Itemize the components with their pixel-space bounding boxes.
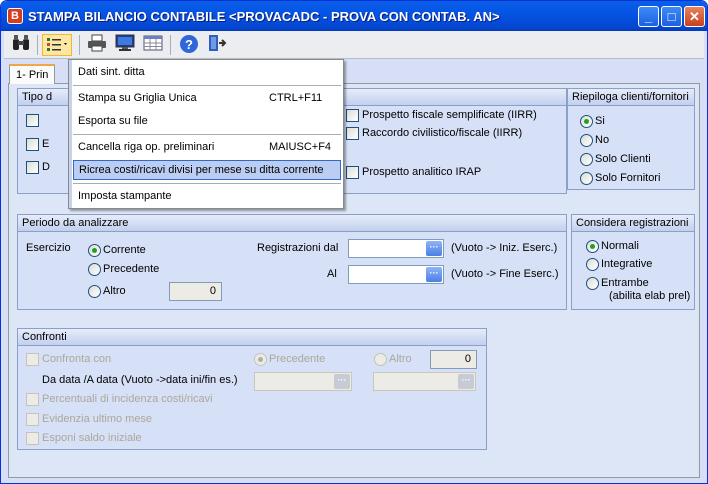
confronti-a-data-input[interactable]: ···	[373, 372, 476, 391]
esercizio-altro-radio[interactable]	[88, 285, 101, 298]
menu-item-dati-sint[interactable]: Dati sint. ditta	[73, 62, 341, 82]
toolbar: ?	[4, 31, 704, 59]
menu-item-stampa-griglia[interactable]: Stampa su Griglia Unica CTRL+F11	[73, 88, 341, 108]
window-title: STAMPA BILANCIO CONTABILE <PROVACADC - P…	[28, 9, 500, 24]
periodo-title: Periodo da analizzare	[18, 215, 566, 232]
main-window: B STAMPA BILANCIO CONTABILE <PROVACADC -…	[0, 0, 708, 484]
esercizio-precedente-label: Precedente	[103, 263, 160, 275]
confronti-a-picker-button[interactable]: ···	[458, 374, 474, 389]
riepiloga-title: Riepiloga clienti/fornitori	[568, 89, 694, 106]
registrazioni-dal-input[interactable]: ···	[348, 239, 444, 258]
grid-icon[interactable]	[142, 34, 164, 56]
confronti-precedente-label: Precedente	[269, 353, 326, 365]
tipo-label-3: D	[42, 161, 50, 173]
considera-entrambe-sub: (abilita elab prel)	[609, 290, 691, 302]
percentuali-label: Percentuali di incidenza costi/ricavi	[42, 393, 213, 405]
help-icon[interactable]: ?	[178, 34, 200, 56]
riepiloga-clienti-label: Solo Clienti	[595, 153, 651, 165]
svg-text:?: ?	[185, 37, 193, 52]
evidenzia-checkbox[interactable]	[26, 413, 39, 426]
confronti-da-picker-button[interactable]: ···	[334, 374, 350, 389]
al-label: Al	[327, 268, 337, 280]
confronti-dates-label: Da data /A data (Vuoto ->data ini/fin es…	[42, 374, 238, 386]
prospetto-fiscale-checkbox[interactable]	[346, 109, 359, 122]
periodo-group: Periodo da analizzare Esercizio Corrente…	[17, 214, 567, 310]
esercizio-corrente-radio[interactable]	[88, 244, 101, 257]
irap-checkbox[interactable]	[346, 166, 359, 179]
monitor-icon[interactable]	[114, 34, 136, 56]
binoculars-icon[interactable]	[10, 34, 32, 56]
confronti-precedente-radio[interactable]	[254, 353, 267, 366]
considera-entrambe-radio[interactable]	[586, 277, 599, 290]
esponi-checkbox[interactable]	[26, 432, 39, 445]
considera-integrative-label: Integrative	[601, 258, 653, 270]
hint-dal: (Vuoto -> Iniz. Eserc.)	[451, 242, 558, 254]
riepiloga-si-label: Si	[595, 115, 605, 127]
percentuali-checkbox[interactable]	[26, 393, 39, 406]
raccordo-label: Raccordo civilistico/fiscale (IIRR)	[362, 127, 523, 139]
considera-normali-label: Normali	[601, 240, 639, 252]
considera-entrambe-label: Entrambe	[601, 277, 649, 289]
printer-icon[interactable]	[86, 34, 108, 56]
riepiloga-group: Riepiloga clienti/fornitori Si No Solo C…	[567, 88, 695, 190]
esercizio-altro-value[interactable]: 0	[169, 282, 222, 301]
riepiloga-fornitori-radio[interactable]	[580, 172, 593, 185]
considera-group: Considera registrazioni Normali Integrat…	[571, 214, 695, 310]
esercizio-precedente-radio[interactable]	[88, 263, 101, 276]
confronta-con-label: Confronta con	[42, 353, 112, 365]
exit-door-icon[interactable]	[206, 34, 228, 56]
title-bar[interactable]: B STAMPA BILANCIO CONTABILE <PROVACADC -…	[1, 1, 707, 31]
considera-integrative-radio[interactable]	[586, 258, 599, 271]
evidenzia-label: Evidenzia ultimo mese	[42, 413, 153, 425]
tab-principale[interactable]: 1- Prin	[9, 64, 56, 84]
confronti-group: Confronti Confronta con Precedente Altro…	[17, 328, 487, 450]
riepiloga-si-radio[interactable]	[580, 115, 593, 128]
tipo-label-2: E	[42, 138, 50, 150]
confronti-altro-label: Altro	[389, 353, 412, 365]
esponi-label: Esponi saldo iniziale	[42, 432, 142, 444]
toolbar-dropdown-menu: Dati sint. ditta Stampa su Griglia Unica…	[68, 59, 344, 209]
list-settings-icon[interactable]	[42, 34, 72, 56]
menu-item-esporta[interactable]: Esporta su file	[73, 111, 341, 131]
date-picker-dal-button[interactable]: ···	[426, 241, 442, 256]
esercizio-label: Esercizio	[26, 242, 71, 254]
irap-label: Prospetto analitico IRAP	[362, 166, 482, 178]
maximize-button[interactable]: □	[661, 6, 682, 27]
considera-normali-radio[interactable]	[586, 240, 599, 253]
riepiloga-no-radio[interactable]	[580, 134, 593, 147]
riepiloga-clienti-radio[interactable]	[580, 153, 593, 166]
menu-item-cancella-riga[interactable]: Cancella riga op. preliminari MAIUSC+F4	[73, 137, 341, 157]
confronti-altro-radio[interactable]	[374, 353, 387, 366]
close-button[interactable]: ✕	[684, 6, 705, 27]
prospetto-fiscale-label: Prospetto fiscale semplificate (IIRR)	[362, 109, 537, 121]
confronta-con-checkbox[interactable]	[26, 353, 39, 366]
esercizio-corrente-label: Corrente	[103, 244, 146, 256]
esercizio-altro-label: Altro	[103, 285, 126, 297]
hint-al: (Vuoto -> Fine Eserc.)	[451, 268, 559, 280]
riepiloga-no-label: No	[595, 134, 610, 146]
tipo-checkbox-3[interactable]	[26, 161, 39, 174]
raccordo-checkbox[interactable]	[346, 127, 359, 140]
confronti-altro-value[interactable]: 0	[430, 350, 477, 369]
menu-item-imposta-stampante[interactable]: Imposta stampante	[73, 186, 341, 206]
app-icon[interactable]: B	[7, 8, 23, 24]
tipo-checkbox-2[interactable]	[26, 138, 39, 151]
al-input[interactable]: ···	[348, 265, 444, 284]
confronti-title: Confronti	[18, 329, 486, 346]
considera-title: Considera registrazioni	[572, 215, 694, 232]
menu-item-ricrea[interactable]: Ricrea costi/ricavi divisi per mese su d…	[73, 160, 341, 180]
registrazioni-dal-label: Registrazioni dal	[257, 242, 339, 254]
tipo-checkbox-1[interactable]	[26, 114, 39, 127]
riepiloga-fornitori-label: Solo Fornitori	[595, 172, 661, 184]
confronti-da-data-input[interactable]: ···	[254, 372, 352, 391]
date-picker-al-button[interactable]: ···	[426, 267, 442, 282]
minimize-button[interactable]: _	[638, 6, 659, 27]
